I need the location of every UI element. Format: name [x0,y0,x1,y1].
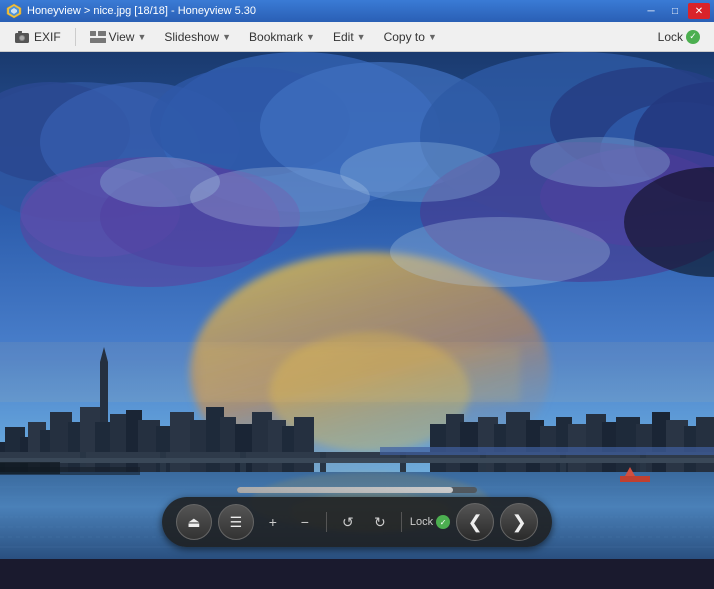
zoom-in-button[interactable]: + [260,509,286,535]
lock-label: Lock [658,30,683,44]
lock-ctrl-label: Lock [410,516,433,528]
copyto-menu[interactable]: Copy to ▼ [376,27,445,47]
restore-button[interactable]: □ [664,3,686,19]
rotate-ccw-icon: ↺ [342,514,354,531]
close-button[interactable]: ✕ [688,3,710,19]
app-icon [6,3,22,19]
slideshow-arrow: ▼ [222,32,231,42]
progress-bar-fill [237,487,453,493]
progress-bar-container[interactable] [237,487,477,493]
title-bar-left: Honeyview > nice.jpg [18/18] - Honeyview… [6,3,256,19]
menu-button[interactable]: ☰ [218,504,254,540]
bookmark-label: Bookmark [249,30,303,44]
slideshow-label: Slideshow [164,30,219,44]
exif-label: EXIF [34,30,61,44]
menu-icon: ☰ [230,514,243,531]
edit-arrow: ▼ [357,32,366,42]
copyto-arrow: ▼ [428,32,437,42]
rotate-cw-icon: ↻ [374,514,386,531]
view-menu[interactable]: View ▼ [82,27,155,47]
prev-button[interactable]: ❮ [456,503,494,541]
zoom-out-button[interactable]: − [292,509,318,535]
scene-image [0,52,714,559]
view-arrow: ▼ [137,32,146,42]
zoom-out-icon: − [301,514,309,530]
image-area: ⏏ ☰ + − ↺ ↻ Lock ✓ [0,52,714,559]
edit-menu[interactable]: Edit ▼ [325,27,374,47]
next-button[interactable]: ❯ [500,503,538,541]
prev-icon: ❮ [468,512,483,533]
separator-2 [401,512,402,532]
camera-icon [14,29,30,45]
controls-overlay: ⏏ ☰ + − ↺ ↻ Lock ✓ [157,487,557,547]
lock-check-sm-icon: ✓ [436,515,450,529]
rotate-cw-button[interactable]: ↻ [367,509,393,535]
rotate-ccw-button[interactable]: ↺ [335,509,361,535]
zoom-in-icon: + [269,514,277,530]
title-controls: ─ □ ✕ [640,3,710,19]
next-icon: ❯ [512,512,527,533]
bottom-controls: ⏏ ☰ + − ↺ ↻ Lock ✓ [162,497,552,547]
lock-check-icon: ✓ [686,30,700,44]
title-bar: Honeyview > nice.jpg [18/18] - Honeyview… [0,0,714,22]
eject-icon: ⏏ [187,514,200,531]
edit-label: Edit [333,30,354,44]
minimize-button[interactable]: ─ [640,3,662,19]
bookmark-menu[interactable]: Bookmark ▼ [241,27,323,47]
separator-1 [326,512,327,532]
title-text: Honeyview > nice.jpg [18/18] - Honeyview… [27,5,256,17]
lock-control[interactable]: Lock ✓ [410,515,450,529]
eject-button[interactable]: ⏏ [176,504,212,540]
lock-menu[interactable]: Lock ✓ [650,27,708,47]
view-label: View [109,30,135,44]
copyto-label: Copy to [384,30,425,44]
menu-bar: EXIF View ▼ Slideshow ▼ Bookmark ▼ Edit … [0,22,714,52]
menu-separator [75,28,76,46]
view-icon [90,31,106,43]
slideshow-menu[interactable]: Slideshow ▼ [156,27,239,47]
bookmark-arrow: ▼ [306,32,315,42]
exif-button[interactable]: EXIF [6,26,69,48]
